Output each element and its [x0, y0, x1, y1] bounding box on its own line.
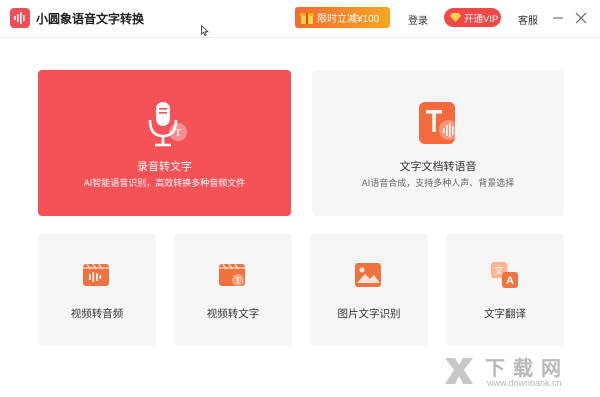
close-icon[interactable] [575, 12, 587, 24]
card-title: 文字翻译 [484, 308, 526, 320]
card-description: AI语音合成，支持多种人声、背景选择 [361, 178, 515, 188]
watermark: 下载网 www.downbank.cn [441, 352, 593, 392]
login-link[interactable]: 登录 [408, 12, 428, 27]
app-logo-icon [10, 8, 30, 28]
video-audio-icon [83, 263, 109, 286]
vip-label: 开通VIP [464, 13, 499, 25]
vip-button[interactable]: 开通VIP [444, 8, 501, 27]
app-title: 小圆象语音文字转换 [36, 12, 145, 26]
header-divider [0, 37, 600, 38]
watermark-logo-icon [445, 358, 473, 384]
translate-icon: 文 A [491, 262, 518, 288]
watermark-title: 下载网 [485, 358, 569, 380]
text-to-speech-icon [419, 102, 459, 144]
card-image-ocr[interactable]: 图片文字识别 [310, 234, 428, 346]
gift-icon [300, 13, 314, 24]
card-speech-to-text[interactable]: T 录音转文字 AI智能语音识别，高效转换多种音频文件 [38, 70, 291, 216]
card-title: 录音转文字 [137, 161, 192, 173]
svg-text:T: T [235, 276, 241, 286]
card-description: AI智能语音识别，高效转换多种音频文件 [83, 178, 246, 188]
promo-label: 限时立减¥100 [317, 14, 380, 25]
card-text-to-speech[interactable]: 文字文档转语音 AI语音合成，支持多种人声、背景选择 [312, 70, 564, 216]
card-video-to-text[interactable]: T 视频转文字 [174, 234, 292, 346]
watermark-url: www.downbank.cn [487, 378, 562, 388]
card-title: 视频转音频 [70, 308, 124, 320]
svg-text:A: A [506, 275, 514, 287]
title-bar: 小圆象语音文字转换 限时立减¥100 登录 开通VIP 客服 [0, 0, 600, 37]
card-title: 文字文档转语音 [399, 161, 477, 173]
minimize-icon[interactable] [552, 12, 564, 24]
microphone-icon: T [148, 102, 187, 147]
image-ocr-icon [355, 263, 381, 287]
diamond-icon [450, 13, 461, 22]
customer-service-link[interactable]: 客服 [518, 12, 538, 27]
card-title: 视频转文字 [206, 308, 260, 320]
promo-button[interactable]: 限时立减¥100 [295, 7, 390, 28]
video-text-icon: T [219, 263, 245, 286]
card-title: 图片文字识别 [337, 308, 401, 320]
card-video-to-audio[interactable]: 视频转音频 [38, 234, 156, 346]
card-translate[interactable]: 文 A 文字翻译 [446, 234, 564, 346]
svg-text:T: T [174, 127, 181, 139]
mouse-cursor-icon [201, 25, 209, 36]
